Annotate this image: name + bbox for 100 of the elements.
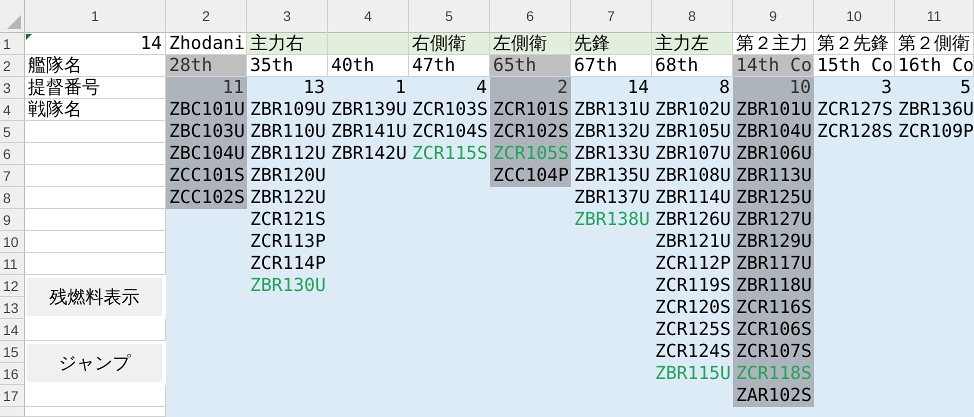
row-header[interactable]: 2 [0, 55, 25, 77]
ship-code: ZBR120U [249, 165, 327, 187]
ship-code: ZBR133U [573, 143, 651, 165]
table-cell[interactable] [25, 407, 166, 417]
ship-code: ZCR124S [654, 341, 732, 363]
column-header[interactable]: 3 [247, 0, 328, 33]
ship-code: ZBR125U [735, 187, 813, 209]
fleet-cell: 14th Co [733, 55, 814, 77]
column-header[interactable]: 4 [328, 0, 409, 33]
row-header[interactable]: 17 [0, 385, 25, 407]
row-header[interactable] [0, 407, 25, 417]
ship-code: ZCR119S [654, 275, 732, 297]
ship-code: ZBR113U [735, 165, 813, 187]
header-cell: 主力右 [247, 33, 328, 55]
row-header[interactable]: 13 [0, 297, 25, 319]
ship-code: ZCR120S [654, 297, 732, 319]
row-header[interactable]: 1 [0, 33, 25, 55]
row-header[interactable]: 7 [0, 165, 25, 187]
column-header[interactable]: 5 [409, 0, 490, 33]
ship-code: ZBR101U [735, 99, 813, 121]
column-header[interactable]: 9 [733, 0, 814, 33]
ship-code: ZBR106U [735, 143, 813, 165]
ship-code: ZBR139U [330, 99, 408, 121]
ship-code: ZBR114U [654, 187, 732, 209]
ship-code: ZBR127U [735, 209, 813, 231]
ship-code: ZBC103U [168, 121, 246, 143]
count-value: 13 [302, 77, 326, 99]
ship-code: ZCR128S [816, 121, 894, 143]
ship-code: ZCR105S [492, 143, 570, 165]
select-all-icon[interactable] [7, 15, 21, 29]
ship-code: ZAR102S [735, 385, 813, 407]
row-header[interactable]: 10 [0, 231, 25, 253]
fleet-cell: 15th Co [814, 55, 895, 77]
count-value: 8 [718, 77, 731, 99]
ship-code: ZCC104P [492, 165, 570, 187]
fleet-cell: 28th [166, 55, 247, 77]
ship-code: ZBR104U [735, 121, 813, 143]
fleet-cell: 67th [571, 55, 652, 77]
column-header[interactable]: 2 [166, 0, 247, 33]
ship-code: ZBR107U [654, 143, 732, 165]
row-header[interactable]: 9 [0, 209, 25, 231]
fleet-cell: 65th [490, 55, 571, 77]
ship-code: ZBR141U [330, 121, 408, 143]
ship-code: ZBR132U [573, 121, 651, 143]
ship-code: ZCR116S [735, 297, 813, 319]
row-header[interactable]: 8 [0, 187, 25, 209]
row-header[interactable]: 5 [0, 121, 25, 143]
count-value: 3 [880, 77, 893, 99]
ship-code: ZBR121U [654, 231, 732, 253]
row-header[interactable]: 3 [0, 77, 25, 99]
ship-code: ZBR102U [654, 99, 732, 121]
ship-code: ZBR131U [573, 99, 651, 121]
row-header[interactable]: 11 [0, 253, 25, 275]
row-header[interactable]: 12 [0, 275, 25, 297]
count-value: 10 [788, 77, 812, 99]
row-header[interactable]: 4 [0, 99, 25, 121]
row-label: 戦隊名 [28, 99, 82, 120]
ship-code: ZCR107S [735, 341, 813, 363]
row-label: 提督番号 [28, 77, 100, 98]
fleet-cell: 35th [247, 55, 328, 77]
row-header[interactable]: 6 [0, 143, 25, 165]
ship-code: ZBR129U [735, 231, 813, 253]
row-header[interactable]: 16 [0, 363, 25, 385]
ship-code: ZBR108U [654, 165, 732, 187]
header-cell: 第２先鋒 [814, 33, 895, 55]
ship-code: ZCR127S [816, 99, 894, 121]
count-value: 4 [475, 77, 488, 99]
column-header[interactable]: 6 [490, 0, 571, 33]
fleet-cell: 16th Co [895, 55, 974, 77]
macro-button[interactable]: ジャンプ [27, 344, 162, 382]
macro-button[interactable]: 残燃料表示 [27, 278, 162, 316]
column-header[interactable]: 1 [25, 0, 166, 33]
ship-code: ZCR114P [249, 253, 327, 275]
ship-code: ZBR117U [735, 253, 813, 275]
count-value: 1 [394, 77, 407, 99]
ship-code: ZBR115U [654, 363, 732, 385]
ship-code: ZBR130U [249, 275, 327, 297]
ship-code: ZCR103S [411, 99, 489, 121]
column-header[interactable]: 7 [571, 0, 652, 33]
column-header[interactable]: 11 [895, 0, 974, 33]
ship-code: ZBC101U [168, 99, 246, 121]
header-cell: 左側衛 [490, 33, 571, 55]
ship-code: ZBR118U [735, 275, 813, 297]
column-header[interactable]: 8 [652, 0, 733, 33]
ship-code: ZCR113P [249, 231, 327, 253]
ship-code: ZCR121S [249, 209, 327, 231]
column-header[interactable]: 10 [814, 0, 895, 33]
fleet-cell: 40th [328, 55, 409, 77]
ship-code: ZBR136U [897, 99, 974, 121]
ship-code: ZCR102S [492, 121, 570, 143]
row-header[interactable]: 14 [0, 319, 25, 341]
ship-code: ZBR142U [330, 143, 408, 165]
header-cell: 右側衛 [409, 33, 490, 55]
ship-code: ZCR125S [654, 319, 732, 341]
count-value: 2 [556, 77, 569, 99]
ship-code: ZCR106S [735, 319, 813, 341]
ship-code: ZBR109U [249, 99, 327, 121]
row-header[interactable]: 15 [0, 341, 25, 363]
ship-code: ZBR126U [654, 209, 732, 231]
row-label: 艦隊名 [28, 55, 82, 76]
